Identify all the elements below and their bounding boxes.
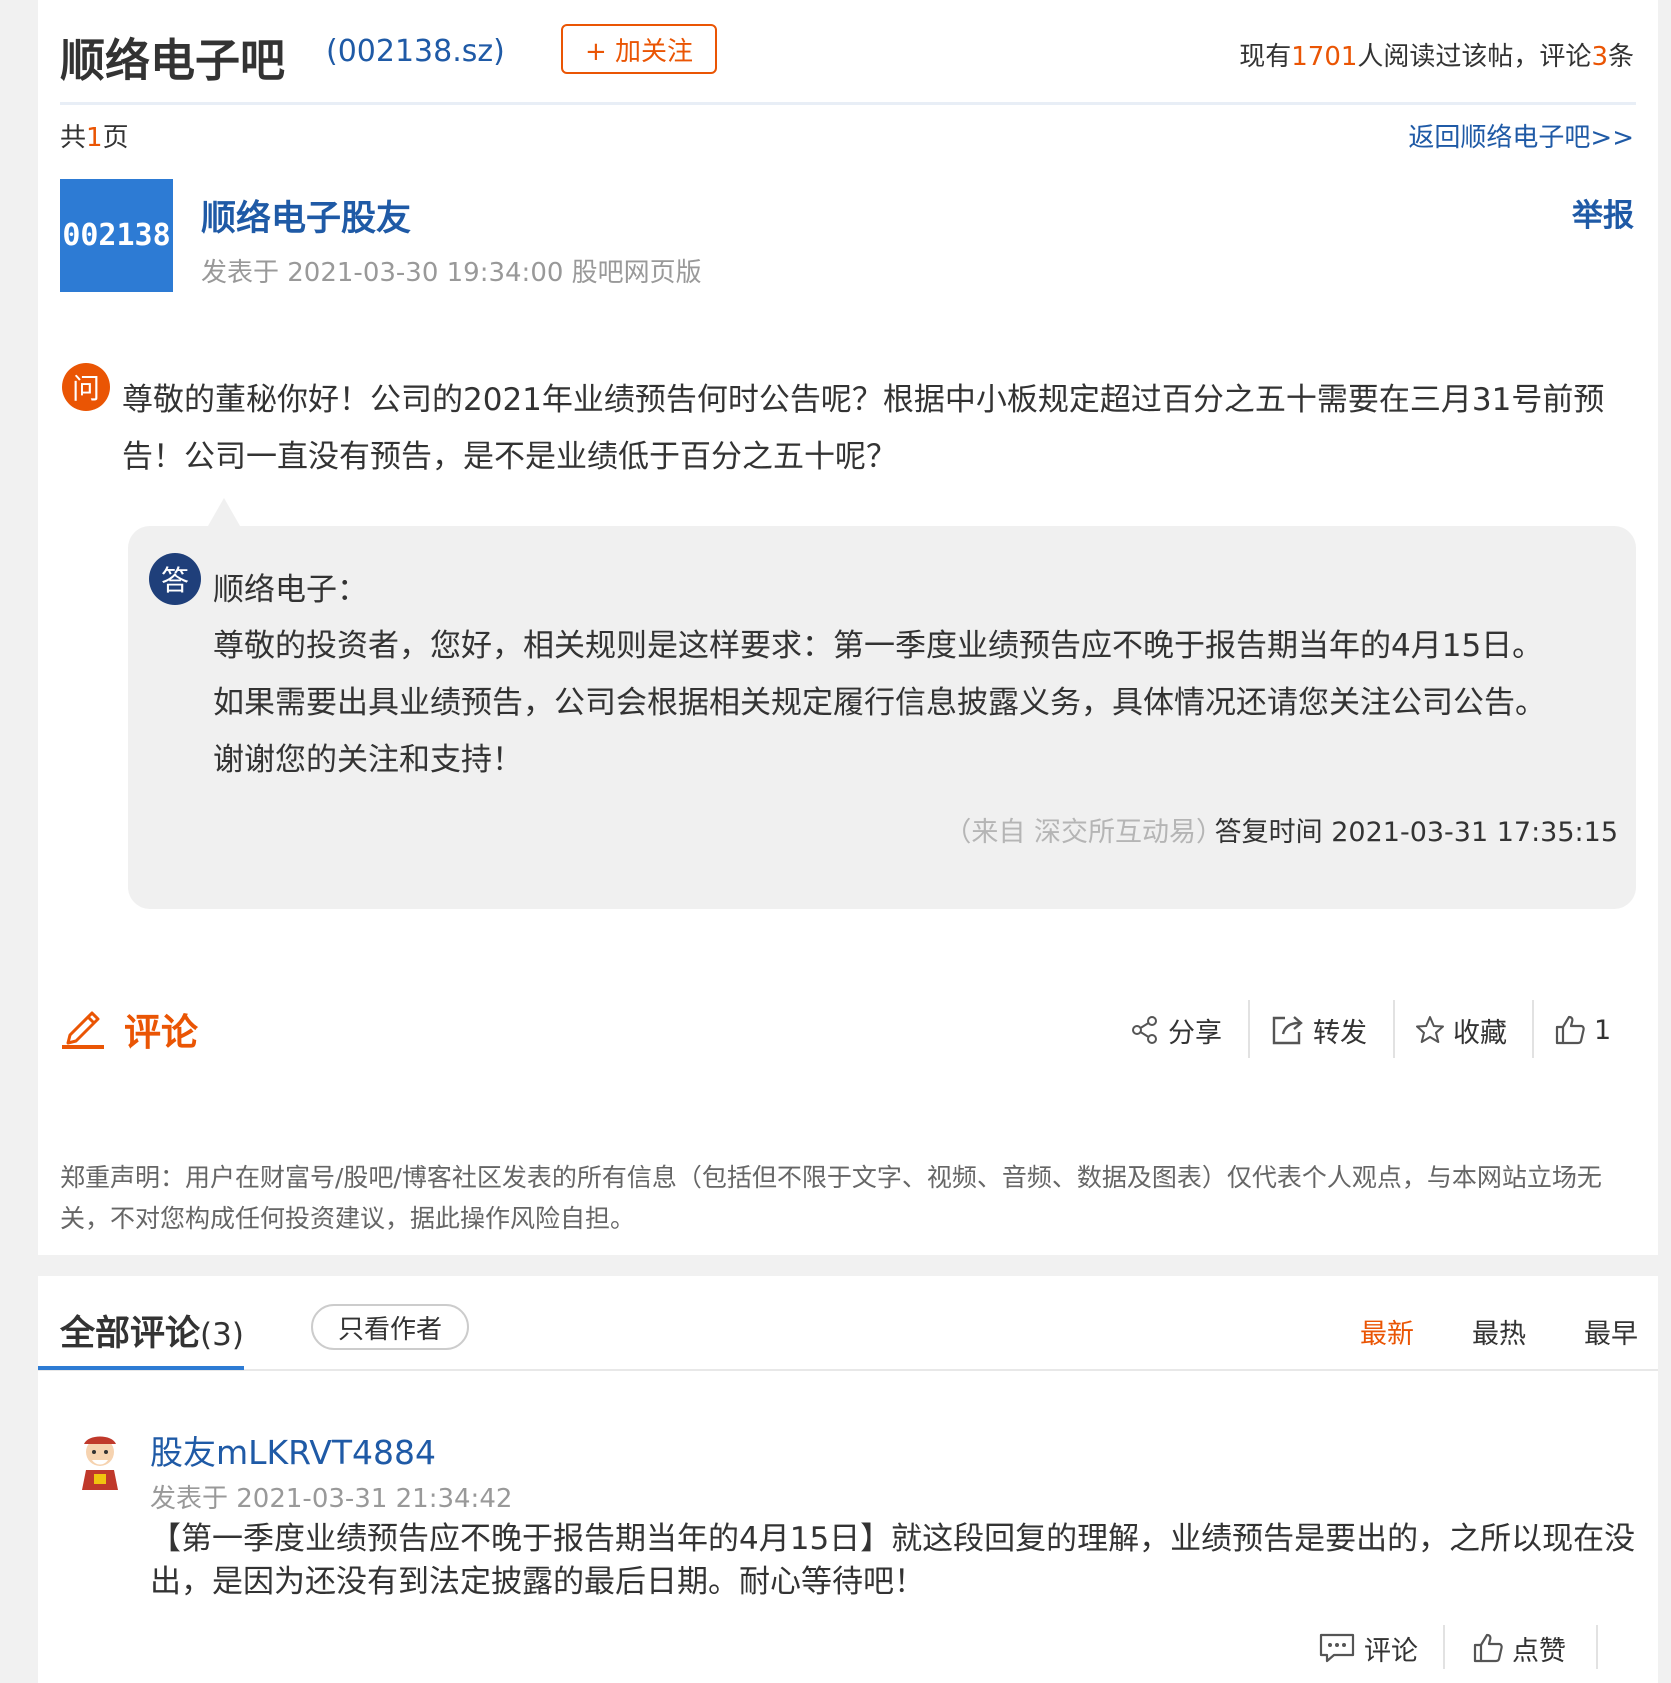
disclaimer: 郑重声明：用户在财富号/股吧/博客社区发表的所有信息（包括但不限于文字、视频、音…: [60, 1163, 1602, 1233]
share-icon: [1132, 1016, 1157, 1044]
author-avatar[interactable]: 002138: [60, 179, 173, 292]
read-count: 1701: [1291, 42, 1358, 72]
action-divider: [1393, 1000, 1395, 1058]
question-text: 尊敬的董秘你好！公司的2021年业绩预告何时公告呢？根据中小板规定超过百分之五十…: [122, 382, 1605, 475]
favorite-label: 收藏: [1453, 1017, 1507, 1049]
forward-icon: [1272, 1016, 1303, 1045]
pen-icon[interactable]: [60, 1003, 106, 1049]
stats-suffix: 条: [1607, 42, 1634, 72]
forward-button[interactable]: 转发: [1271, 1003, 1367, 1057]
comment-count: 3: [1591, 42, 1608, 72]
stock-code: (002138.sz): [326, 34, 505, 69]
chat-bubble-icon: [1319, 1633, 1355, 1663]
reply-button[interactable]: 评论: [1318, 1626, 1418, 1670]
comments-card: [38, 1276, 1658, 1683]
sort-earliest[interactable]: 最早: [1584, 1312, 1638, 1351]
stats-mid: 人阅读过该帖，评论: [1357, 42, 1592, 72]
answer-icon: 答: [149, 553, 201, 605]
report-link[interactable]: 举报: [1572, 190, 1634, 235]
like-button[interactable]: 1: [1554, 1003, 1611, 1057]
question-icon: 问: [62, 363, 110, 411]
answer-caret: [208, 498, 240, 526]
post-stats: 现有1701人阅读过该帖，评论3条: [1239, 36, 1634, 73]
pages-number: 1: [86, 123, 103, 153]
post-meta: 发表于 2021-03-30 19:34:00 股吧网页版: [201, 258, 702, 288]
share-label: 分享: [1168, 1017, 1222, 1049]
post-author[interactable]: 顺络电子股友: [201, 190, 411, 241]
like-count: 1: [1594, 1014, 1612, 1046]
answer-text: 尊敬的投资者，您好，相关规则是这样要求：第一季度业绩预告应不晚于报告期当年的4月…: [213, 628, 1546, 778]
header-divider: [60, 102, 1636, 105]
author-only-toggle[interactable]: 只看作者: [311, 1304, 469, 1350]
page-count: 共1页: [60, 117, 129, 154]
follow-button[interactable]: + 加关注: [561, 24, 717, 74]
commenter-name[interactable]: 股友mLKRVT4884: [150, 1426, 436, 1474]
star-icon: [1416, 1016, 1444, 1043]
pages-suffix: 页: [102, 123, 129, 153]
all-comments-count: (3): [200, 1317, 244, 1353]
stats-prefix: 现有: [1239, 42, 1292, 72]
answer-source: （来自 深交所互动易）: [944, 817, 1223, 848]
answer-time: 答复时间 2021-03-31 17:35:15: [1214, 817, 1618, 848]
action-divider: [1248, 1000, 1250, 1058]
comment-like-label: 点赞: [1512, 1635, 1566, 1667]
favorite-button[interactable]: 收藏: [1415, 1003, 1507, 1057]
thumbs-up-icon: [1555, 1015, 1585, 1045]
pages-prefix: 共: [60, 123, 87, 153]
answer-company: 顺络电子：: [213, 572, 368, 608]
post-card: 顺络电子吧 (002138.sz) + 加关注 现有1701人阅读过该帖，评论3…: [38, 0, 1658, 1255]
sort-newest[interactable]: 最新: [1360, 1312, 1414, 1351]
back-to-bar-link[interactable]: 返回顺络电子吧>>: [1408, 117, 1634, 154]
commenter-avatar[interactable]: [68, 1430, 132, 1494]
comment-button[interactable]: 评论: [124, 1002, 198, 1056]
reply-label: 评论: [1364, 1635, 1418, 1667]
thumbs-up-icon: [1473, 1633, 1503, 1663]
sort-hottest[interactable]: 最热: [1472, 1312, 1526, 1351]
action-divider: [1532, 1000, 1534, 1058]
tab-all-comments[interactable]: 全部评论(3): [60, 1305, 244, 1356]
forward-label: 转发: [1313, 1017, 1367, 1049]
share-button[interactable]: 分享: [1130, 1003, 1222, 1057]
bar-title[interactable]: 顺络电子吧: [60, 24, 285, 89]
comment-like-button[interactable]: 点赞: [1472, 1626, 1566, 1670]
all-comments-title: 全部评论: [60, 1314, 201, 1354]
